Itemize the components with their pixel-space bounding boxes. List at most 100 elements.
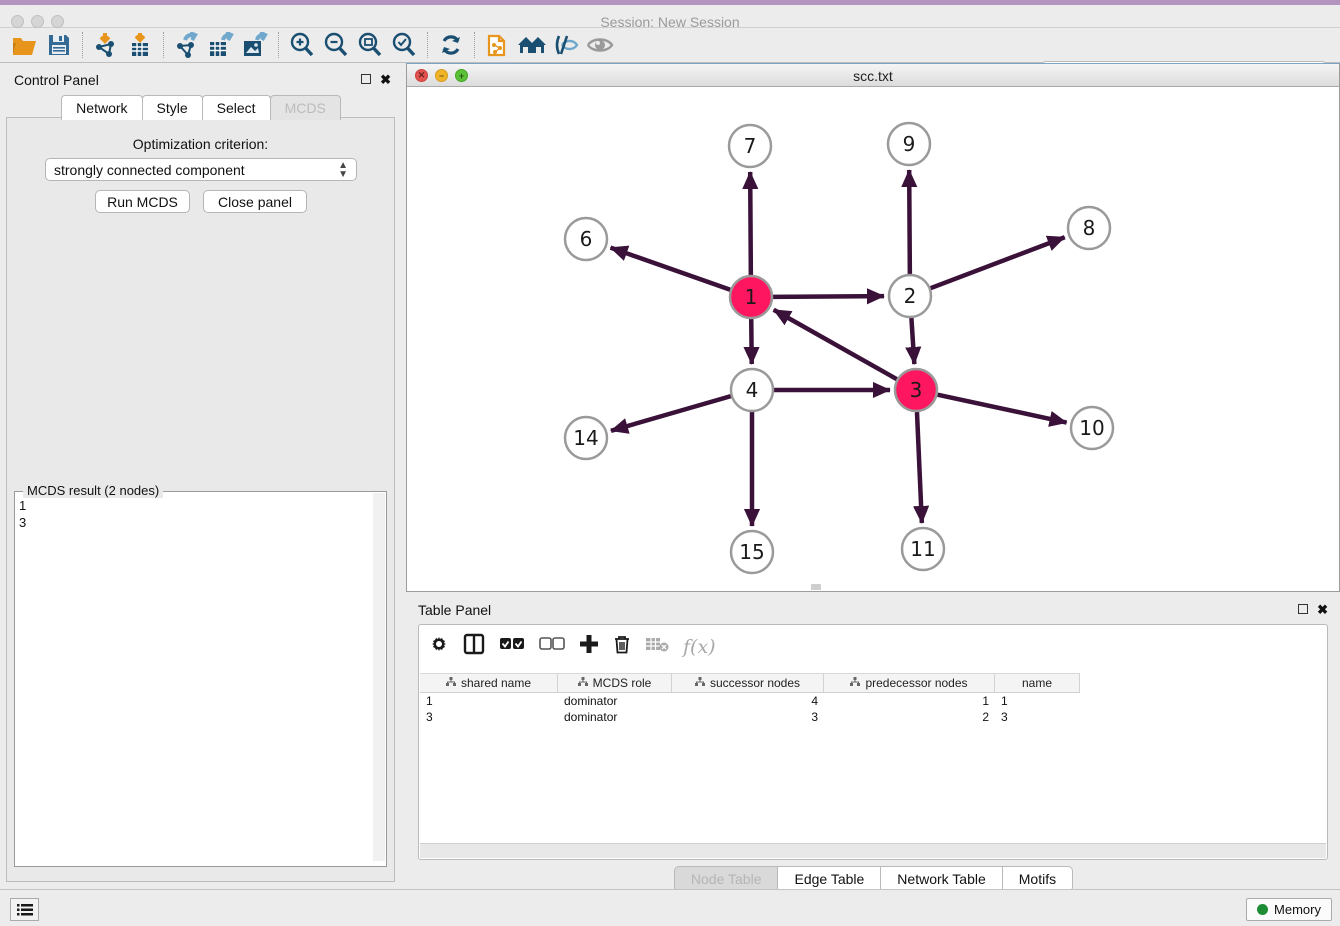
selected-option: strongly connected component <box>54 162 245 178</box>
tab-network[interactable]: Network <box>61 95 142 120</box>
network-scrollbar-handle[interactable] <box>811 584 821 590</box>
eye-icon[interactable] <box>583 30 617 60</box>
edge-4-14[interactable] <box>611 396 731 431</box>
column-label: shared name <box>461 676 531 690</box>
export-image-icon[interactable] <box>238 30 272 60</box>
save-icon[interactable] <box>42 30 76 60</box>
table-header-row[interactable]: shared name MCDS role successor nodes prede… <box>420 673 1080 693</box>
node-14[interactable]: 14 <box>565 417 607 459</box>
column-header-successor-nodes[interactable]: successor nodes <box>672 674 824 692</box>
settings-gear-icon[interactable] <box>429 634 449 659</box>
cell-successor-nodes[interactable]: 3 <box>672 709 824 725</box>
export-table-icon[interactable] <box>204 30 238 60</box>
columns-icon[interactable] <box>463 633 485 660</box>
edge-2-9[interactable] <box>909 170 910 274</box>
column-header-MCDS-role[interactable]: MCDS role <box>558 674 672 692</box>
column-header-predecessor-nodes[interactable]: predecessor nodes <box>824 674 995 692</box>
table-panel-title: Table Panel <box>418 602 491 618</box>
svg-text:8: 8 <box>1083 216 1096 240</box>
hierarchy-icon <box>578 677 588 689</box>
cell-MCDS-role[interactable]: dominator <box>558 693 672 709</box>
edge-2-3[interactable] <box>911 318 914 364</box>
result-scrollbar[interactable] <box>373 493 385 861</box>
column-header-name[interactable]: name <box>995 674 1080 692</box>
node-15[interactable]: 15 <box>731 531 773 573</box>
table-row[interactable]: 1dominator411 <box>420 693 1326 709</box>
menu-list-button[interactable] <box>10 898 39 921</box>
mcds-result-text[interactable]: 1 3 <box>19 497 371 859</box>
network-canvas[interactable]: 7 9 6 8 1 2 4 3 14 10 15 11 <box>407 87 1339 591</box>
tab-style[interactable]: Style <box>142 95 203 120</box>
cell-successor-nodes[interactable]: 4 <box>672 693 824 709</box>
select-all-icon[interactable] <box>499 637 525 656</box>
node-3[interactable]: 3 <box>895 369 937 411</box>
node-6[interactable]: 6 <box>565 218 607 260</box>
cell-name[interactable]: 3 <box>995 709 1080 725</box>
add-icon[interactable] <box>579 634 599 659</box>
export-network-icon[interactable] <box>170 30 204 60</box>
close-panel-icon[interactable]: ✖ <box>380 72 391 88</box>
edge-3-11[interactable] <box>917 412 922 523</box>
optimization-criterion-select[interactable]: strongly connected component ▲▼ <box>45 158 357 181</box>
float-table-panel-icon[interactable] <box>1298 604 1308 614</box>
home-icon[interactable] <box>515 30 549 60</box>
svg-text:1: 1 <box>745 285 758 309</box>
node-2[interactable]: 2 <box>889 275 931 317</box>
svg-text:11: 11 <box>910 537 935 561</box>
zoom-fit-icon[interactable] <box>353 30 387 60</box>
edge-1-2[interactable] <box>773 296 884 297</box>
float-panel-icon[interactable] <box>361 74 371 84</box>
column-label: successor nodes <box>710 676 800 690</box>
node-11[interactable]: 11 <box>902 528 944 570</box>
control-panel-title: Control Panel <box>14 72 99 88</box>
table-hscroll-area[interactable] <box>420 843 1326 858</box>
toolbar-separator <box>474 32 475 58</box>
zoom-out-icon[interactable] <box>319 30 353 60</box>
import-network-icon[interactable] <box>89 30 123 60</box>
node-1[interactable]: 1 <box>730 276 772 318</box>
node-9[interactable]: 9 <box>888 123 930 165</box>
close-table-panel-icon[interactable]: ✖ <box>1317 602 1328 618</box>
application-window: Session: New Session <box>0 0 1340 926</box>
cell-predecessor-nodes[interactable]: 1 <box>824 693 995 709</box>
cell-MCDS-role[interactable]: dominator <box>558 709 672 725</box>
refresh-icon[interactable] <box>434 30 468 60</box>
memory-button[interactable]: Memory <box>1246 898 1332 921</box>
cell-predecessor-nodes[interactable]: 2 <box>824 709 995 725</box>
network-window-titlebar: ✕ − + scc.txt <box>407 64 1339 87</box>
zoom-selected-icon[interactable] <box>387 30 421 60</box>
svg-text:14: 14 <box>573 426 598 450</box>
zoom-in-icon[interactable] <box>285 30 319 60</box>
cell-shared-name[interactable]: 1 <box>420 693 558 709</box>
node-table[interactable]: shared name MCDS role successor nodes prede… <box>420 673 1326 843</box>
tab-select[interactable]: Select <box>202 95 271 120</box>
edge-3-10[interactable] <box>938 395 1067 423</box>
cell-shared-name[interactable]: 3 <box>420 709 558 725</box>
node-4[interactable]: 4 <box>731 369 773 411</box>
deselect-all-icon[interactable] <box>539 637 565 656</box>
delete-table-icon <box>645 636 669 657</box>
edge-3-1[interactable] <box>774 310 897 379</box>
import-table-icon[interactable] <box>123 30 157 60</box>
table-row[interactable]: 3dominator323 <box>420 709 1326 725</box>
close-panel-button[interactable]: Close panel <box>203 190 307 213</box>
open-folder-icon[interactable] <box>8 30 42 60</box>
column-header-shared-name[interactable]: shared name <box>420 674 558 692</box>
mcds-result-title: MCDS result (2 nodes) <box>23 483 163 498</box>
edge-1-7[interactable] <box>750 172 751 275</box>
cell-name[interactable]: 1 <box>995 693 1080 709</box>
delete-icon[interactable] <box>613 634 631 659</box>
toolbar-separator <box>82 32 83 58</box>
edge-2-8[interactable] <box>931 237 1065 288</box>
table-panel: Table Panel ✖ <box>406 596 1340 889</box>
tab-mcds[interactable]: MCDS <box>270 95 341 120</box>
control-panel: Control Panel ✖ NetworkStyleSelectMCDS O… <box>0 63 401 889</box>
edge-1-6[interactable] <box>611 248 731 290</box>
network-window-title: scc.txt <box>407 68 1339 84</box>
node-8[interactable]: 8 <box>1068 207 1110 249</box>
hide-panel-icon[interactable] <box>549 30 583 60</box>
run-mcds-button[interactable]: Run MCDS <box>95 190 190 213</box>
node-10[interactable]: 10 <box>1071 407 1113 449</box>
node-7[interactable]: 7 <box>729 125 771 167</box>
new-network-file-icon[interactable] <box>481 30 515 60</box>
